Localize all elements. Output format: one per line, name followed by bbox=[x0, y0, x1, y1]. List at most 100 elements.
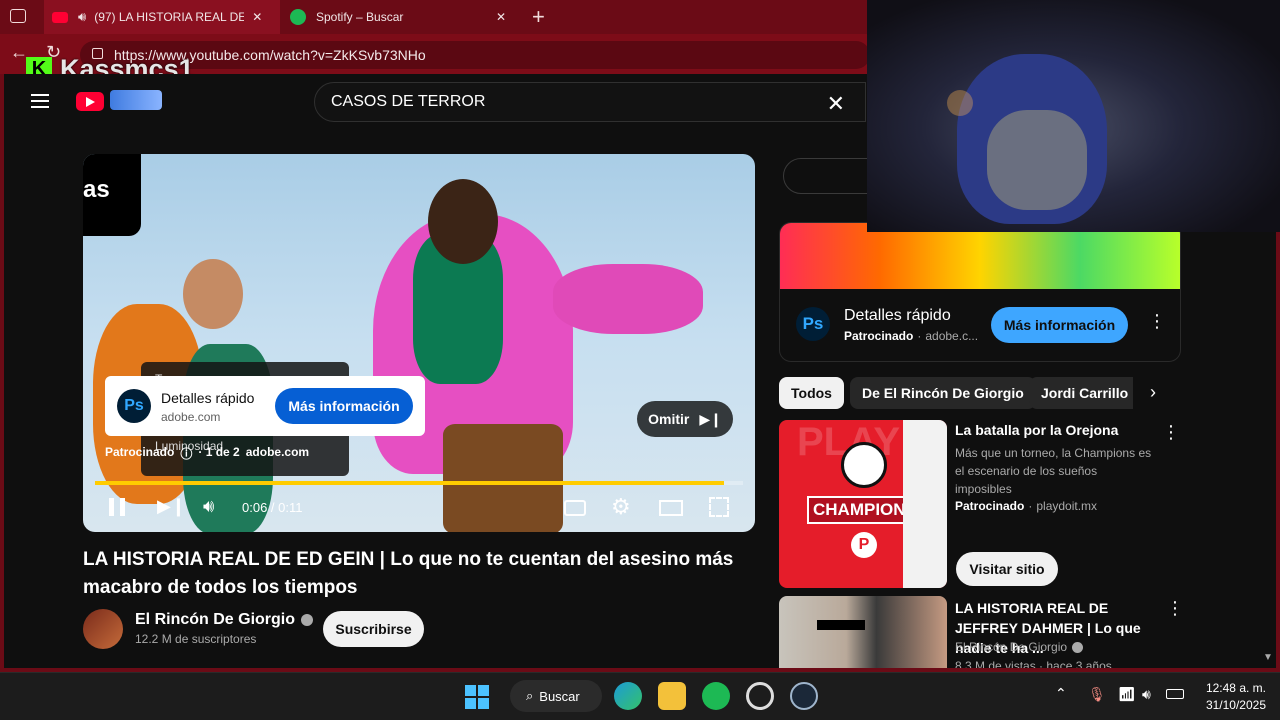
scroll-down-icon[interactable]: ▼ bbox=[1263, 652, 1273, 663]
ad-count: · 1 de 2 bbox=[198, 445, 240, 459]
side-ad-title: Detalles rápido bbox=[844, 307, 951, 324]
verified-icon bbox=[1072, 641, 1084, 653]
webcam-person-face bbox=[987, 110, 1087, 210]
menu-icon[interactable] bbox=[31, 94, 49, 108]
volume-tray-icon[interactable]: 🔊︎ bbox=[1142, 686, 1151, 703]
side-ad-card[interactable]: Ps Detalles rápido Patrocinado · adobe.c… bbox=[779, 222, 1181, 362]
chips-next-icon[interactable]: › bbox=[1150, 382, 1156, 403]
side-ad-banner bbox=[780, 223, 1180, 289]
subtitles-icon[interactable] bbox=[564, 500, 586, 516]
ad-corner-panel: as bbox=[83, 154, 141, 236]
rec-ad-thumb-letter: P bbox=[851, 532, 877, 558]
sponsored-label: Patrocinado bbox=[105, 445, 175, 459]
ad-card-domain: adobe.com bbox=[161, 410, 221, 424]
new-tab-button[interactable]: + bbox=[532, 4, 545, 30]
tab-actions-icon[interactable] bbox=[10, 9, 26, 23]
battery-icon[interactable] bbox=[1166, 689, 1184, 699]
clock-time[interactable]: 12:48 a. m. bbox=[1196, 681, 1266, 695]
more-options-icon[interactable]: ⋮ bbox=[1148, 311, 1166, 332]
tray-chevron-icon[interactable]: ⌃ bbox=[1055, 685, 1067, 702]
rec-channel-name[interactable]: El Rincón De Giorgio bbox=[955, 640, 1067, 654]
edge-icon[interactable] bbox=[614, 682, 642, 710]
file-explorer-icon[interactable] bbox=[658, 682, 686, 710]
progress-bar-fill bbox=[95, 481, 724, 485]
chip-jordi[interactable]: Jordi Carrillo bbox=[1029, 377, 1133, 409]
verified-icon bbox=[301, 614, 314, 626]
ad-scene-shape bbox=[443, 424, 563, 532]
rec-ad-thumbnail[interactable]: PLAY CHAMPIONS P bbox=[779, 420, 947, 588]
ad-sponsor-line: Patrocinado ⓘ · 1 de 2 adobe.com bbox=[105, 445, 309, 462]
clock-date[interactable]: 31/10/2025 bbox=[1196, 698, 1266, 712]
channel-avatar[interactable] bbox=[83, 609, 123, 649]
search-value: CASOS DE TERROR bbox=[331, 93, 486, 110]
tab-spotify-label: Spotify – Buscar bbox=[316, 10, 404, 24]
microphone-icon[interactable]: 🎙︎ bbox=[1088, 686, 1106, 703]
volume-icon[interactable]: 🔊︎ bbox=[203, 496, 214, 517]
visit-site-button[interactable]: Visitar sitio bbox=[956, 552, 1058, 586]
spotify-icon bbox=[290, 9, 306, 25]
ad-scene-shape bbox=[183, 259, 243, 329]
ad-scene-shape bbox=[428, 179, 498, 264]
ad-card-title: Detalles rápido bbox=[161, 390, 255, 406]
rec-ad-desc: Más que un torneo, la Champions es el es… bbox=[955, 446, 1152, 496]
video-player[interactable]: as Tono Luminosidad Ps Detalles rápido a… bbox=[83, 154, 755, 532]
side-ad-more-info-button[interactable]: Más información bbox=[991, 307, 1128, 343]
progress-bar-track[interactable] bbox=[95, 481, 743, 485]
photoshop-logo-icon: Ps bbox=[117, 389, 151, 423]
wifi-icon[interactable]: 📶︎ bbox=[1118, 686, 1136, 703]
ad-card[interactable]: Ps Detalles rápido adobe.com Más informa… bbox=[105, 376, 425, 436]
webcam-lamp-glow bbox=[947, 90, 973, 116]
time-display: 0:06 / 0:11 bbox=[242, 500, 303, 515]
fullscreen-icon[interactable] bbox=[709, 497, 729, 517]
side-ad-domain: adobe.c... bbox=[925, 329, 979, 343]
rec-ad-meta: Patrocinado · playdoit.mx bbox=[955, 499, 1097, 513]
ad-corner-text: as bbox=[83, 176, 110, 203]
doodle-icon[interactable] bbox=[110, 90, 162, 110]
close-tab-icon[interactable]: ✕ bbox=[496, 10, 506, 24]
clear-search-icon[interactable]: ✕ bbox=[827, 91, 845, 117]
channel-name[interactable]: El Rincón De Giorgio bbox=[135, 611, 314, 629]
settings-icon[interactable]: ⚙ bbox=[611, 494, 631, 520]
pause-icon[interactable] bbox=[109, 498, 125, 516]
side-ad-sponsored: Patrocinado bbox=[844, 329, 914, 343]
chip-channel[interactable]: De El Rincón De Giorgio bbox=[850, 377, 1036, 409]
rec-ad-domain: playdoit.mx bbox=[1036, 499, 1098, 513]
youtube-icon bbox=[52, 11, 68, 23]
tab-spotify[interactable]: Spotify – Buscar ✕ bbox=[282, 0, 520, 34]
next-icon[interactable]: ▶❙ bbox=[157, 496, 186, 517]
search-icon: ⌕ bbox=[526, 688, 534, 703]
speaker-icon[interactable]: 🔊︎ bbox=[78, 9, 86, 25]
chrome-icon[interactable] bbox=[746, 682, 774, 710]
skip-next-icon: ▶❙ bbox=[699, 410, 722, 427]
close-tab-icon[interactable]: ✕ bbox=[252, 10, 262, 24]
spotify-icon[interactable] bbox=[702, 682, 730, 710]
taskbar-search-label: Buscar bbox=[539, 688, 580, 704]
youtube-logo[interactable] bbox=[76, 92, 104, 111]
search-input[interactable]: CASOS DE TERROR ✕ bbox=[314, 82, 866, 122]
theater-mode-icon[interactable] bbox=[659, 500, 683, 516]
taskbar-search[interactable]: ⌕ Buscar bbox=[510, 680, 602, 712]
separator-dot: · bbox=[1028, 499, 1033, 513]
separator-dot: · bbox=[917, 329, 922, 343]
subscribe-button[interactable]: Suscribirse bbox=[323, 611, 424, 647]
rec-ad-title[interactable]: La batalla por la Orejona bbox=[955, 422, 1118, 438]
rec-ad-sponsored: Patrocinado bbox=[955, 499, 1025, 513]
ad-more-info-button[interactable]: Más información bbox=[275, 388, 413, 424]
video-title: LA HISTORIA REAL DE ED GEIN | Lo que no … bbox=[83, 549, 734, 598]
more-options-icon[interactable]: ⋮ bbox=[1162, 422, 1180, 443]
soccer-ball-icon bbox=[841, 442, 887, 488]
url-field[interactable]: https://www.youtube.com/watch?v=ZkKSvb73… bbox=[80, 41, 870, 69]
photoshop-logo-icon: Ps bbox=[796, 307, 830, 341]
skip-label: Omitir bbox=[648, 411, 690, 427]
start-icon[interactable] bbox=[465, 685, 489, 709]
info-icon[interactable]: ⓘ bbox=[180, 445, 192, 462]
channel-name-text: El Rincón De Giorgio bbox=[135, 611, 296, 628]
tab-youtube[interactable]: 🔊︎ (97) LA HISTORIA REAL DE ED ✕ bbox=[44, 0, 280, 34]
steam-icon[interactable] bbox=[790, 682, 818, 710]
rec-video-channel: El Rincón De Giorgio bbox=[955, 640, 1084, 654]
skip-ad-button[interactable]: Omitir ▶❙ bbox=[637, 401, 733, 437]
rec-video-thumbnail[interactable] bbox=[779, 596, 947, 668]
ad-domain: adobe.com bbox=[245, 445, 310, 459]
chip-all[interactable]: Todos bbox=[779, 377, 844, 409]
more-options-icon[interactable]: ⋮ bbox=[1166, 598, 1184, 619]
